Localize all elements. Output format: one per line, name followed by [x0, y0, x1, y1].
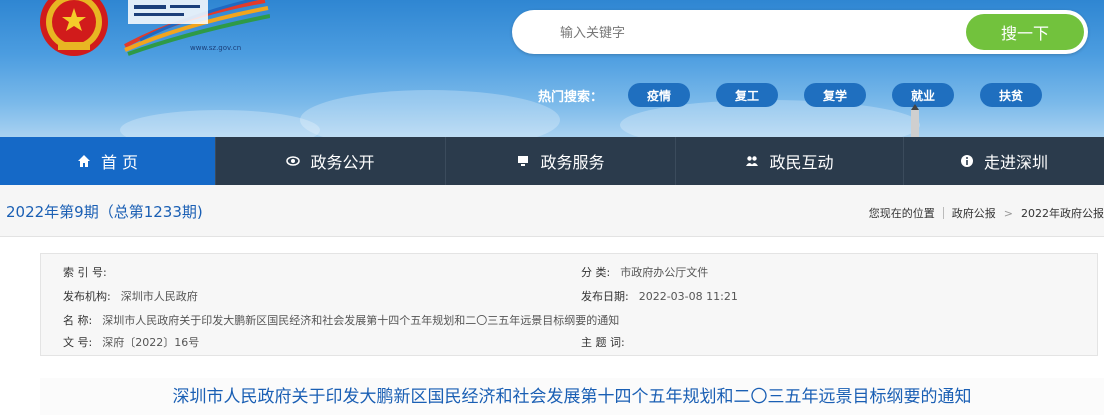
hot-search-label: 热门搜索： — [538, 90, 604, 105]
national-emblem-icon — [40, 0, 108, 56]
pen-cursor-icon — [911, 104, 919, 137]
info-index-no: 索 引 号: — [63, 264, 117, 280]
document-info-box: 索 引 号: 分 类: 市政府办公厅文件 发布机构: 深圳市人民政府 发布日期: 20… — [40, 253, 1098, 356]
site-header: www.sz.gov.cn 搜一下 热门搜索： 疫情 复工 复学 就业 扶贫 — [0, 0, 1104, 137]
nav-item-interaction[interactable]: 政民互动 — [676, 137, 904, 185]
people-icon — [746, 156, 759, 166]
info-name: 名 称: 深圳市人民政府关于印发大鹏新区国民经济和社会发展第十四个五年规划和二〇三… — [63, 312, 619, 328]
nav-item-label: 走进深圳 — [983, 153, 1048, 172]
info-value: 深圳市人民政府关于印发大鹏新区国民经济和社会发展第十四个五年规划和二〇三五年远景… — [102, 314, 620, 327]
info-subject: 主 题 词: — [581, 334, 635, 350]
info-label: 发布日期: — [581, 290, 629, 303]
breadcrumb-location-label: 您现在的位置 — [868, 207, 935, 220]
info-label: 文 号: — [63, 336, 93, 349]
info-value: 2022-03-08 11:21 — [638, 290, 738, 303]
search-button[interactable]: 搜一下 — [966, 14, 1084, 50]
breadcrumb: 您现在的位置 政府公报 > 2022年政府公报 — [869, 205, 1104, 221]
hot-tag-resume-work[interactable]: 复工 — [716, 83, 778, 107]
nav-item-about-shenzhen[interactable]: 走进深圳 — [904, 137, 1104, 185]
info-category: 分 类: 市政府办公厅文件 — [581, 264, 708, 280]
document-title: 深圳市人民政府关于印发大鹏新区国民经济和社会发展第十四个五年规划和二〇三五年远景… — [40, 378, 1104, 415]
info-icon — [960, 155, 973, 167]
issue-title: 2022年第9期（总第1233期) — [6, 203, 203, 221]
nav-item-gov-affairs-open[interactable]: 政务公开 — [216, 137, 446, 185]
nav-item-label: 政务服务 — [540, 153, 605, 172]
breadcrumb-link-gazette[interactable]: 政府公报 — [952, 205, 996, 221]
decorative-cloud — [120, 110, 320, 137]
monitor-icon — [518, 156, 529, 166]
decorative-cloud — [300, 90, 560, 137]
hot-tag-poverty-alleviation[interactable]: 扶贫 — [980, 83, 1042, 107]
info-value: 深圳市人民政府 — [120, 290, 198, 303]
info-label: 索 引 号: — [63, 266, 107, 279]
breadcrumb-link-2022-gazette[interactable]: 2022年政府公报 — [1021, 205, 1104, 221]
search-input[interactable] — [560, 10, 950, 54]
info-label: 主 题 词: — [581, 336, 625, 349]
hot-tag-resume-school[interactable]: 复学 — [804, 83, 866, 107]
info-value: 深府〔2022〕16号 — [102, 336, 200, 349]
breadcrumb-divider — [942, 207, 944, 219]
main-nav: 首 页 政务公开 政务服务 政民互动 走进深圳 — [0, 137, 1104, 185]
info-publish-date: 发布日期: 2022-03-08 11:21 — [581, 288, 738, 304]
issue-bar: 2022年第9期（总第1233期) 您现在的位置 政府公报 > 2022年政府公… — [0, 185, 1104, 237]
nav-item-label: 政民互动 — [769, 153, 834, 172]
nav-item-home[interactable]: 首 页 — [0, 137, 216, 185]
info-label: 发布机构: — [63, 290, 111, 303]
info-label: 分 类: — [581, 266, 611, 279]
nav-item-gov-services[interactable]: 政务服务 — [446, 137, 676, 185]
nav-item-label: 政务公开 — [310, 153, 375, 172]
info-publisher: 发布机构: 深圳市人民政府 — [63, 288, 198, 304]
home-icon — [77, 155, 90, 167]
search-box: 搜一下 — [512, 10, 1088, 54]
nav-item-label: 首 页 — [100, 153, 139, 172]
breadcrumb-separator: > — [1003, 206, 1013, 220]
info-label: 名 称: — [63, 314, 93, 327]
site-domain: www.sz.gov.cn — [190, 44, 242, 52]
info-doc-no: 文 号: 深府〔2022〕16号 — [63, 334, 199, 350]
eye-icon — [286, 156, 301, 166]
info-value: 市政府办公厅文件 — [620, 266, 709, 279]
hot-tag-epidemic[interactable]: 疫情 — [628, 83, 690, 107]
